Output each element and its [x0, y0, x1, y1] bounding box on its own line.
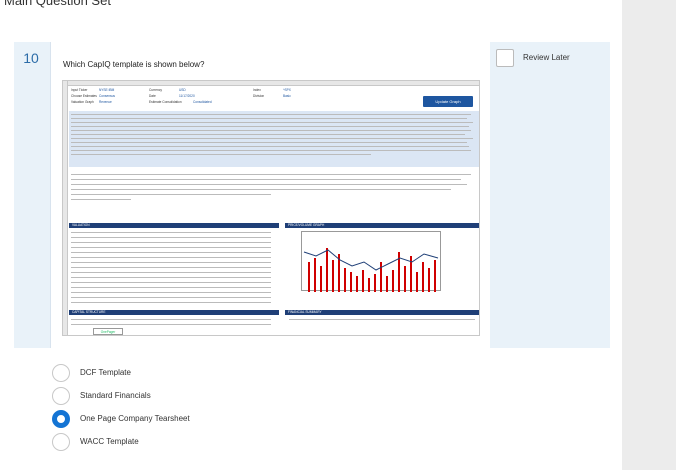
text-line	[71, 262, 271, 263]
text-line	[71, 277, 271, 278]
option-label[interactable]: Standard Financials	[80, 391, 151, 400]
page: Main Question Set 10 Which CapIQ templat…	[0, 0, 676, 470]
radio-one-page-company-tearsheet[interactable]	[52, 410, 70, 428]
question-text: Which CapIQ template is shown below?	[63, 60, 205, 69]
text-line	[71, 150, 471, 151]
option-wacc-template[interactable]: WACC Template	[52, 433, 352, 453]
text-line	[71, 130, 471, 131]
text-line	[71, 179, 461, 180]
valuation-header	[69, 223, 279, 228]
update-graph-button: Update Graph	[423, 96, 473, 107]
text-line	[71, 257, 271, 258]
text-line	[71, 267, 271, 268]
currency-value: USD	[179, 88, 186, 92]
text-line	[71, 118, 467, 119]
price-volume-title: PRICE/VOLUME GRAPH	[288, 223, 325, 227]
sheet-row-header	[63, 81, 68, 335]
index-label: Index	[253, 88, 261, 92]
text-line	[71, 282, 271, 283]
division-value: Basic	[283, 94, 291, 98]
text-line	[71, 319, 271, 320]
estimate-consolidation-value: Consolidated	[193, 100, 212, 104]
price-chart-area	[301, 231, 441, 292]
text-line	[71, 142, 467, 143]
division-label: Division	[253, 94, 265, 98]
date-value: 11/17/2020	[179, 94, 195, 98]
text-line	[289, 319, 475, 320]
text-line	[71, 194, 271, 195]
review-later-checkbox[interactable]	[496, 49, 514, 67]
valuation-graph-value: Revenue	[99, 100, 112, 104]
text-line	[71, 189, 451, 190]
text-line	[71, 237, 271, 238]
currency-label: Currency	[149, 88, 162, 92]
radio-wacc-template[interactable]	[52, 433, 70, 451]
text-line	[71, 272, 271, 273]
option-label[interactable]: WACC Template	[80, 437, 139, 446]
choose-estimates-label: Choose Estimates	[71, 94, 97, 98]
date-label: Date	[149, 94, 156, 98]
text-line	[71, 122, 473, 123]
input-ticker-value: NYSE:IBM	[99, 88, 115, 92]
text-line	[71, 242, 271, 243]
sheet-column-header	[63, 81, 479, 86]
option-standard-financials[interactable]: Standard Financials	[52, 387, 352, 407]
company-description	[69, 111, 479, 167]
text-line	[71, 199, 131, 200]
financial-summary-title: FINANCIAL SUMMARY	[288, 310, 322, 314]
option-label[interactable]: DCF Template	[80, 368, 131, 377]
text-line	[71, 146, 469, 147]
text-line	[71, 297, 271, 298]
text-line	[71, 174, 471, 175]
text-line	[71, 126, 469, 127]
page-title: Main Question Set	[4, 0, 111, 8]
option-dcf-template[interactable]: DCF Template	[52, 364, 352, 384]
capital-structure-title: CAPITAL STRUCTURE	[72, 310, 106, 314]
radio-standard-financials[interactable]	[52, 387, 70, 405]
option-label[interactable]: One Page Company Tearsheet	[80, 414, 190, 423]
text-line	[71, 134, 465, 135]
text-line	[71, 287, 271, 288]
text-line	[71, 324, 271, 325]
review-later-label[interactable]: Review Later	[523, 53, 570, 62]
valuation-graph-label: Valuation Graph	[71, 100, 94, 104]
input-ticker-label: Input Ticker	[71, 88, 88, 92]
capiq-template-image: Input Ticker NYSE:IBM Choose Estimates C…	[62, 80, 480, 336]
choose-estimates-value: Consensus	[99, 94, 115, 98]
option-one-page-company-tearsheet[interactable]: One Page Company Tearsheet	[52, 410, 352, 430]
radio-dcf-template[interactable]	[52, 364, 70, 382]
text-line	[71, 184, 467, 185]
sheet-tab-onepager: OnePager	[93, 328, 123, 335]
index-value: ^SPX	[283, 88, 291, 92]
question-number: 10	[23, 50, 39, 66]
price-chart-graphic	[303, 248, 439, 292]
text-line	[71, 247, 271, 248]
text-line	[71, 302, 271, 303]
text-line	[71, 292, 271, 293]
text-line	[71, 232, 271, 233]
text-line	[71, 252, 271, 253]
text-line	[71, 114, 471, 115]
valuation-title: VALUATION	[72, 223, 90, 227]
estimate-consolidation-label: Estimate Consolidation	[149, 100, 182, 104]
right-gutter	[622, 0, 676, 470]
text-line	[71, 154, 371, 155]
text-line	[71, 138, 473, 139]
